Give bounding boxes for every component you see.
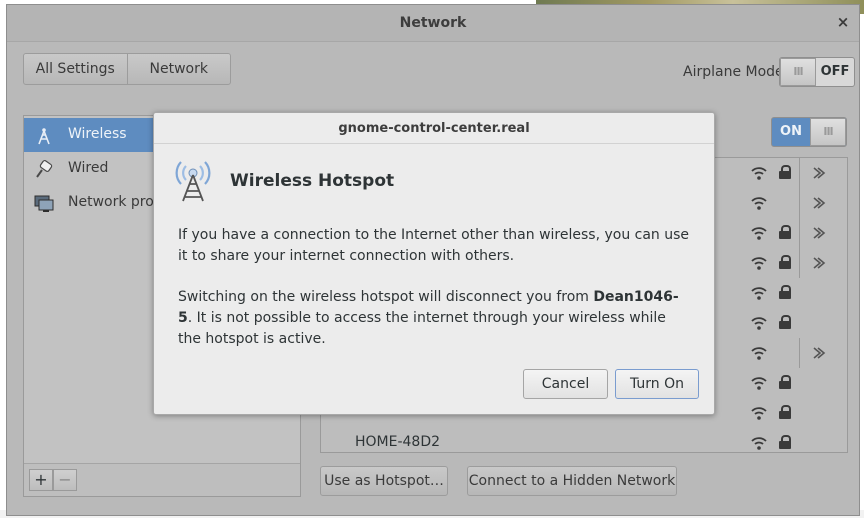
network-settings-icon[interactable]: [799, 338, 845, 368]
signal-strength-icon: [751, 377, 767, 390]
lock-icon: [779, 375, 791, 389]
lock-icon: [779, 435, 791, 449]
signal-strength-icon: [751, 197, 767, 210]
close-icon[interactable]: ×: [835, 14, 851, 30]
connect-hidden-network-button[interactable]: Connect to a Hidden Network: [467, 466, 677, 496]
toolbar: All Settings Network Airplane Mode III O…: [7, 42, 859, 102]
airplane-mode-label: Airplane Mode: [683, 64, 784, 80]
add-device-button[interactable]: +: [29, 469, 53, 491]
network-row[interactable]: HOME-48D2: [321, 428, 847, 452]
turn-on-button[interactable]: Turn On: [615, 369, 699, 399]
airplane-mode-switch[interactable]: III OFF: [779, 57, 855, 87]
titlebar: Network ×: [7, 5, 859, 42]
network-settings-icon[interactable]: [799, 188, 845, 218]
dialog-paragraph-1: If you have a connection to the Internet…: [178, 227, 690, 264]
switch-knob: III: [780, 58, 816, 86]
dialog-paragraph-2: Switching on the wireless hotspot will d…: [178, 287, 690, 350]
network-settings-icon[interactable]: [799, 248, 845, 278]
dialog-message: If you have a connection to the Internet…: [178, 225, 690, 370]
airplane-switch-state: OFF: [820, 64, 850, 79]
dialog-title: gnome-control-center.real: [338, 121, 530, 136]
wireless-hotspot-dialog: gnome-control-center.real Wireless Hotsp…: [153, 112, 715, 415]
signal-strength-icon: [751, 407, 767, 420]
dialog-heading: Wireless Hotspot: [230, 171, 395, 191]
sidebar-footer: + −: [24, 463, 300, 496]
wireless-icon: [38, 128, 50, 145]
wireless-switch-state: ON: [780, 124, 802, 139]
signal-strength-icon: [751, 347, 767, 360]
lock-icon: [779, 405, 791, 419]
signal-strength-icon: [751, 317, 767, 330]
signal-strength-icon: [751, 287, 767, 300]
signal-strength-icon: [751, 167, 767, 180]
lock-icon: [779, 315, 791, 329]
all-settings-button[interactable]: All Settings: [24, 54, 127, 84]
sidebar-item-label: Network prox: [68, 194, 162, 210]
remove-device-button[interactable]: −: [53, 469, 77, 491]
lock-icon: [779, 165, 791, 179]
dialog-divider: [154, 143, 714, 144]
sidebar-item-label: Wireless: [68, 126, 127, 142]
signal-strength-icon: [751, 257, 767, 270]
hotspot-icon: [175, 161, 211, 202]
signal-strength-icon: [751, 437, 767, 450]
wired-icon: [36, 160, 53, 178]
lock-icon: [779, 255, 791, 269]
paragraph-text: Switching on the wireless hotspot will d…: [178, 289, 594, 305]
network-ssid: HOME-48D2: [355, 434, 441, 450]
switch-knob: III: [810, 118, 846, 146]
use-as-hotspot-button[interactable]: Use as Hotspot…: [320, 466, 448, 496]
signal-strength-icon: [751, 227, 767, 240]
sidebar-item-label: Wired: [68, 160, 109, 176]
window-title: Network: [399, 15, 467, 31]
proxy-icon: [34, 195, 54, 212]
network-settings-icon[interactable]: [799, 218, 845, 248]
network-settings-icon[interactable]: [799, 158, 845, 188]
lock-icon: [779, 285, 791, 299]
network-crumb-button[interactable]: Network: [126, 54, 231, 84]
paragraph-text: . It is not possible to access the inter…: [178, 310, 666, 347]
breadcrumb: All Settings Network: [23, 53, 231, 85]
wireless-power-switch[interactable]: ON III: [771, 117, 847, 147]
lock-icon: [779, 225, 791, 239]
cancel-button[interactable]: Cancel: [523, 369, 608, 399]
